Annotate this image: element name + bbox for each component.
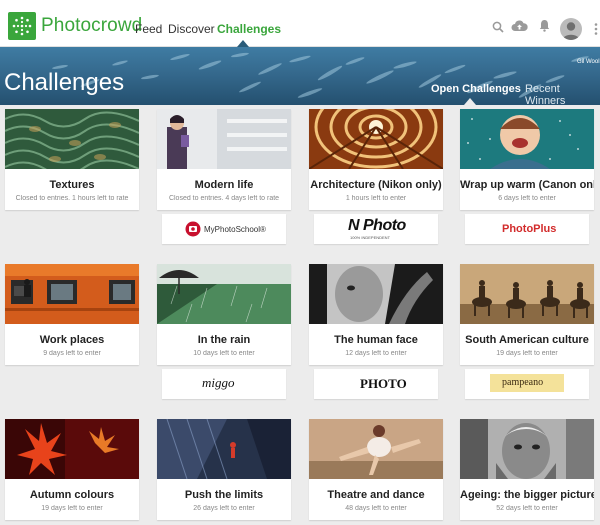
sponsor-name: N Photo	[348, 217, 406, 234]
challenge-card-wrap-up-warm[interactable]: Wrap up warm (Canon only) 6 days left to…	[460, 109, 594, 210]
challenge-status: Closed to entries. 4 days left to rate	[168, 195, 280, 202]
more-vertical-icon[interactable]	[594, 22, 598, 40]
challenge-thumbnail[interactable]	[460, 264, 594, 324]
challenge-thumbnail[interactable]	[5, 109, 139, 169]
sponsor-myphotoschool[interactable]: MyPhotoSchool®	[162, 214, 286, 244]
challenge-card-architecture[interactable]: Architecture (Nikon only) 1 hours left t…	[309, 109, 443, 210]
challenge-card-work-places[interactable]: Work places 9 days left to enter	[5, 264, 139, 365]
photo-credit: Gil Wool	[577, 59, 600, 65]
challenge-status: 1 hours left to enter	[345, 195, 407, 202]
avatar[interactable]	[560, 18, 582, 40]
page-title: Challenges	[4, 69, 125, 96]
sponsor-tagline: 100% INDEPENDENT	[350, 235, 391, 240]
challenge-card-modern-life[interactable]: Modern life Closed to entries. 4 days le…	[157, 109, 291, 210]
challenge-title[interactable]: The human face	[309, 334, 443, 346]
challenge-card-in-the-rain[interactable]: In the rain 10 days left to enter	[157, 264, 291, 365]
challenge-thumbnail[interactable]	[309, 419, 443, 479]
challenge-thumbnail[interactable]	[157, 419, 291, 479]
sponsor-name: MyPhotoSchool®	[204, 225, 266, 234]
active-nav-indicator	[237, 40, 249, 47]
nav-challenges[interactable]: Challenges	[217, 22, 281, 36]
challenge-thumbnail[interactable]	[157, 264, 291, 324]
challenge-card-theatre-and-dance[interactable]: Theatre and dance 48 days left to enter	[309, 419, 443, 520]
challenge-thumbnail[interactable]	[5, 419, 139, 479]
challenge-title[interactable]: Architecture (Nikon only)	[309, 179, 443, 191]
challenge-thumbnail[interactable]	[460, 109, 594, 169]
sponsor-pampeano[interactable]: pampeano	[465, 369, 589, 399]
challenge-title[interactable]: Push the limits	[157, 489, 291, 501]
challenge-title[interactable]: Modern life	[157, 179, 291, 191]
challenge-thumbnail[interactable]	[460, 419, 594, 479]
challenge-title[interactable]: Work places	[5, 334, 139, 346]
challenge-status: 10 days left to enter	[193, 350, 255, 357]
sponsor-name: pampeano	[502, 377, 544, 388]
challenge-status: 6 days left to enter	[498, 195, 556, 202]
challenge-title[interactable]: Autumn colours	[5, 489, 139, 501]
challenge-status: 19 days left to enter	[41, 505, 103, 512]
challenge-card-push-the-limits[interactable]: Push the limits 26 days left to enter	[157, 419, 291, 520]
photocrowd-logo-icon[interactable]	[8, 12, 36, 40]
challenge-card-ageing[interactable]: Ageing: the bigger picture 52 days left …	[460, 419, 594, 520]
challenge-title[interactable]: Textures	[5, 179, 139, 191]
challenge-title[interactable]: Theatre and dance	[309, 489, 443, 501]
top-navigation-bar: Photocrowd Feed Discover Challenges	[0, 0, 600, 47]
sponsor-miggo[interactable]: miggo	[162, 369, 286, 399]
camera-logo-icon	[185, 221, 201, 242]
tab-recent-winners[interactable]: Recent Winners	[525, 83, 600, 105]
sponsor-nphoto[interactable]: N Photo 100% INDEPENDENT	[314, 214, 438, 244]
sponsor-photo[interactable]: PHOTO	[314, 369, 438, 399]
challenge-card-autumn-colours[interactable]: Autumn colours 19 days left to enter	[5, 419, 139, 520]
challenge-status: 9 days left to enter	[43, 350, 101, 357]
sponsor-name: miggo	[202, 375, 235, 390]
nav-feed[interactable]: Feed	[135, 22, 162, 36]
challenge-status: 19 days left to enter	[496, 350, 558, 357]
challenge-thumbnail[interactable]	[309, 109, 443, 169]
challenge-thumbnail[interactable]	[5, 264, 139, 324]
sponsor-name: PhotoPlus	[502, 223, 557, 235]
challenge-card-textures[interactable]: Textures Closed to entries. 1 hours left…	[5, 109, 139, 210]
challenge-card-the-human-face[interactable]: The human face 12 days left to enter	[309, 264, 443, 365]
bell-icon[interactable]	[539, 19, 550, 37]
challenge-card-south-american-culture[interactable]: South American culture 19 days left to e…	[460, 264, 594, 365]
nav-discover[interactable]: Discover	[168, 22, 215, 36]
challenge-title[interactable]: In the rain	[157, 334, 291, 346]
challenge-status: Closed to entries. 1 hours left to rate	[15, 195, 129, 202]
brand-name[interactable]: Photocrowd	[41, 15, 142, 37]
challenge-thumbnail[interactable]	[309, 264, 443, 324]
challenge-status: 26 days left to enter	[193, 505, 255, 512]
search-icon[interactable]	[492, 20, 504, 38]
tab-open-challenges[interactable]: Open Challenges	[431, 83, 521, 95]
challenge-title[interactable]: Ageing: the bigger picture	[460, 489, 594, 501]
challenge-title[interactable]: South American culture	[460, 334, 594, 346]
sponsor-photoplus[interactable]: PhotoPlus	[465, 214, 589, 244]
challenge-status: 52 days left to enter	[496, 505, 558, 512]
challenge-title[interactable]: Wrap up warm (Canon only)	[460, 179, 594, 191]
challenges-banner: Challenges Open Challenges Recent Winner…	[0, 47, 600, 105]
challenge-thumbnail[interactable]	[157, 109, 291, 169]
challenge-status: 48 days left to enter	[345, 505, 407, 512]
challenge-status: 12 days left to enter	[345, 350, 407, 357]
cloud-upload-icon[interactable]	[511, 19, 528, 37]
active-tab-indicator	[464, 98, 476, 105]
sponsor-name: PHOTO	[360, 376, 407, 391]
